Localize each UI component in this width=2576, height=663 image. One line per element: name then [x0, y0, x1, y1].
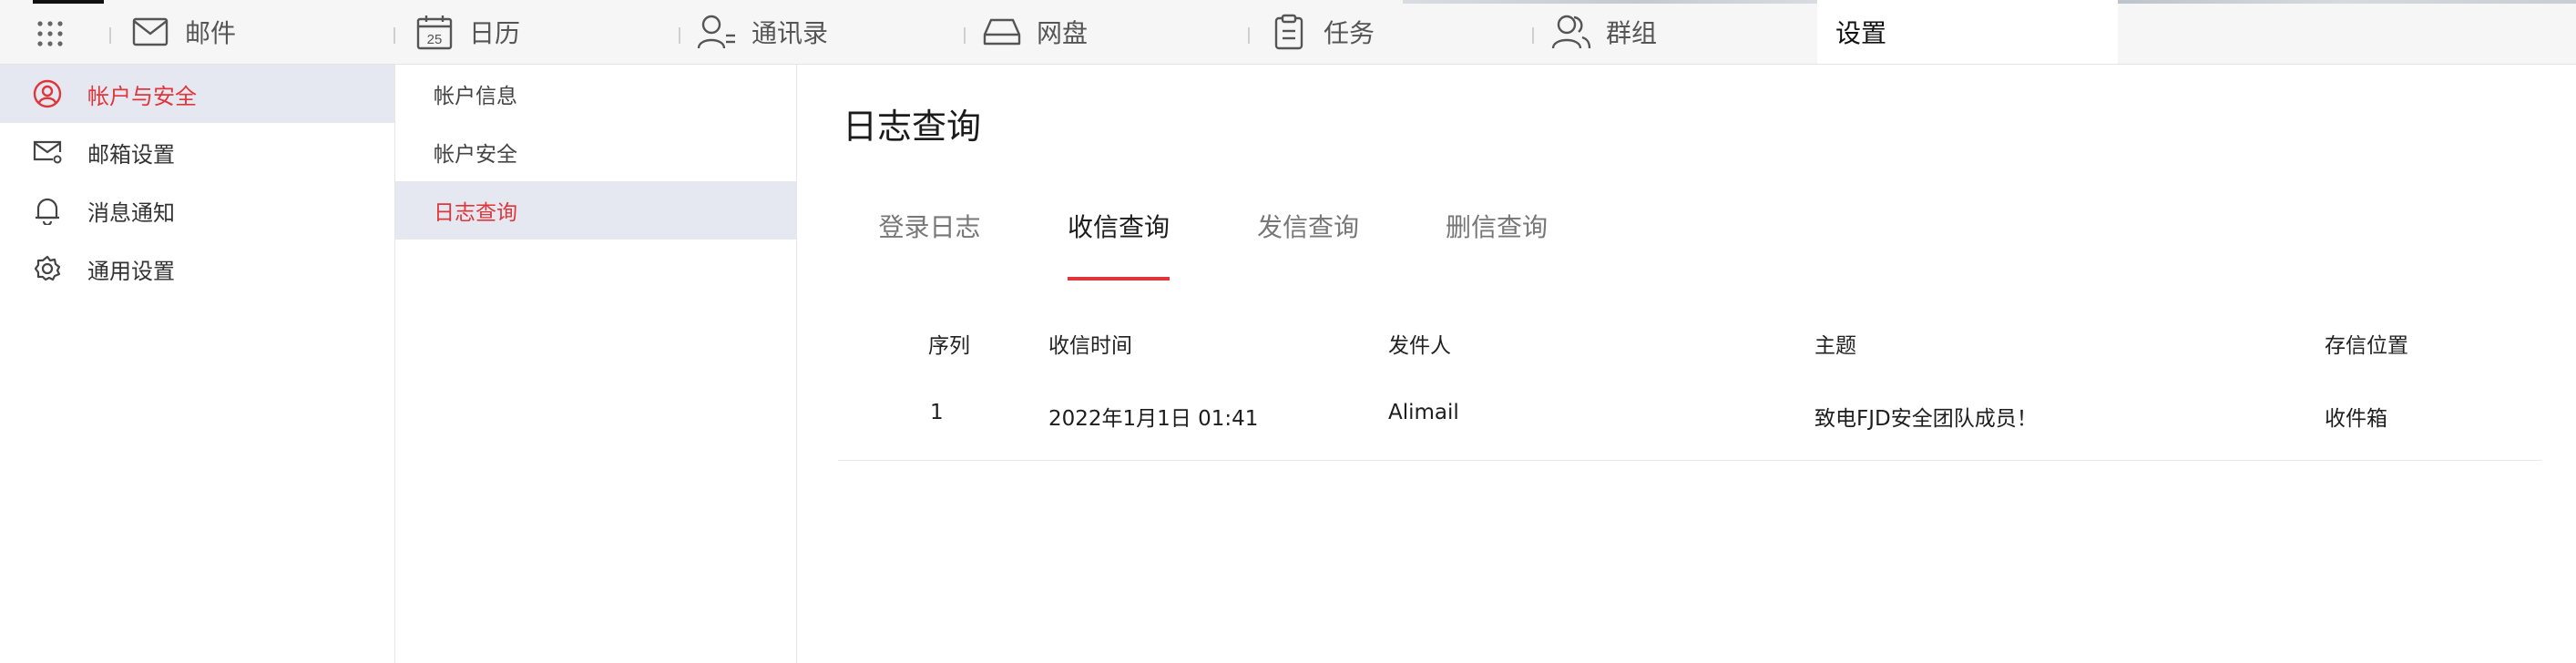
- subnav-item-log-query[interactable]: 日志查询: [395, 181, 796, 240]
- mail-icon: [130, 12, 170, 52]
- nav-tasks-label: 任务: [1324, 18, 1375, 48]
- svg-text:25: 25: [427, 32, 443, 47]
- sidebar-item-label: 邮箱设置: [87, 141, 175, 168]
- mail-settings-icon: [31, 136, 64, 168]
- tab-label: 发信查询: [1257, 212, 1360, 242]
- sidebar-item-general-settings[interactable]: 通用设置: [0, 240, 394, 298]
- nav-groups[interactable]: 群组: [1551, 0, 1657, 64]
- subnav-item-account-security[interactable]: 帐户安全: [395, 123, 796, 181]
- nav-calendar-label: 日历: [469, 18, 521, 48]
- nav-drive[interactable]: 网盘: [982, 0, 1088, 64]
- nav-settings[interactable]: 设置: [1817, 0, 2118, 64]
- tab-sent-query[interactable]: 发信查询: [1257, 208, 1359, 280]
- top-nav-bar: 邮件 25 日历 通讯录 网盘 任务 群组 设置: [0, 0, 2576, 65]
- column-header-received-time: 收信时间: [1048, 334, 1132, 358]
- sidebar-item-account-security[interactable]: 帐户与安全: [0, 65, 394, 123]
- nav-contacts-label: 通讯录: [751, 18, 829, 48]
- topbar-accent-line: [33, 0, 104, 4]
- nav-separator: [109, 27, 111, 44]
- group-icon: [1551, 12, 1591, 52]
- nav-separator: [1532, 27, 1534, 44]
- gear-icon: [31, 252, 64, 285]
- nav-separator: [679, 27, 680, 44]
- nav-mail-label: 邮件: [185, 18, 237, 48]
- sidebar-item-mailbox-settings[interactable]: 邮箱设置: [0, 123, 394, 181]
- column-header-index: 序列: [928, 334, 970, 358]
- nav-groups-label: 群组: [1606, 18, 1658, 48]
- cell-received-time: 2022年1月1日 01:41: [1048, 407, 1259, 431]
- table-header-row: 序列 收信时间 发件人 主题 存信位置: [0, 328, 2576, 364]
- nav-contacts[interactable]: 通讯录: [697, 0, 828, 64]
- subnav-item-label: 日志查询: [434, 201, 517, 225]
- cell-subject: 致电FJD安全团队成员！: [1814, 407, 2038, 431]
- tab-label: 收信查询: [1068, 212, 1170, 242]
- nav-separator: [964, 27, 966, 44]
- column-header-location: 存信位置: [2325, 334, 2408, 358]
- tab-label: 删信查询: [1446, 212, 1549, 242]
- bell-icon: [31, 194, 64, 227]
- page-title: 日志查询: [843, 107, 982, 147]
- cell-location: 收件箱: [2325, 407, 2387, 431]
- subnav-item-account-info[interactable]: 帐户信息: [395, 65, 796, 123]
- sidebar-item-label: 帐户与安全: [87, 83, 197, 109]
- cell-index: 1: [930, 401, 944, 424]
- nav-tasks[interactable]: 任务: [1269, 0, 1375, 64]
- calendar-icon: 25: [414, 12, 455, 52]
- subnav-item-label: 帐户信息: [434, 85, 517, 108]
- tab-label: 登录日志: [878, 212, 981, 242]
- sidebar-item-label: 通用设置: [87, 258, 175, 284]
- nav-separator: [1248, 27, 1250, 44]
- sidebar-item-notifications[interactable]: 消息通知: [0, 181, 394, 240]
- column-header-sender: 发件人: [1388, 334, 1451, 358]
- contacts-icon: [697, 12, 737, 52]
- nav-separator: [394, 27, 395, 44]
- cell-sender: Alimail: [1388, 401, 1459, 424]
- user-circle-icon: [31, 77, 64, 110]
- drive-icon: [982, 12, 1022, 52]
- nav-settings-label: 设置: [1835, 18, 1887, 48]
- clipboard-icon: [1269, 12, 1309, 52]
- tab-login-log[interactable]: 登录日志: [873, 208, 986, 280]
- sidebar-item-label: 消息通知: [87, 199, 175, 226]
- column-header-subject: 主题: [1814, 334, 1856, 358]
- tab-received-query[interactable]: 收信查询: [1068, 208, 1170, 280]
- subnav-item-label: 帐户安全: [434, 143, 517, 167]
- nav-calendar[interactable]: 25 日历: [414, 0, 520, 64]
- nav-drive-label: 网盘: [1037, 18, 1089, 48]
- table-row[interactable]: 1 2022年1月1日 01:41 Alimail 致电FJD安全团队成员！ 收…: [0, 401, 2576, 437]
- active-tab-indicator: [1068, 277, 1170, 280]
- tab-deleted-query[interactable]: 删信查询: [1446, 208, 1548, 280]
- app-launcher-grid-icon[interactable]: [36, 20, 64, 47]
- table-row-divider: [838, 460, 2541, 461]
- nav-mail[interactable]: 邮件: [130, 0, 236, 64]
